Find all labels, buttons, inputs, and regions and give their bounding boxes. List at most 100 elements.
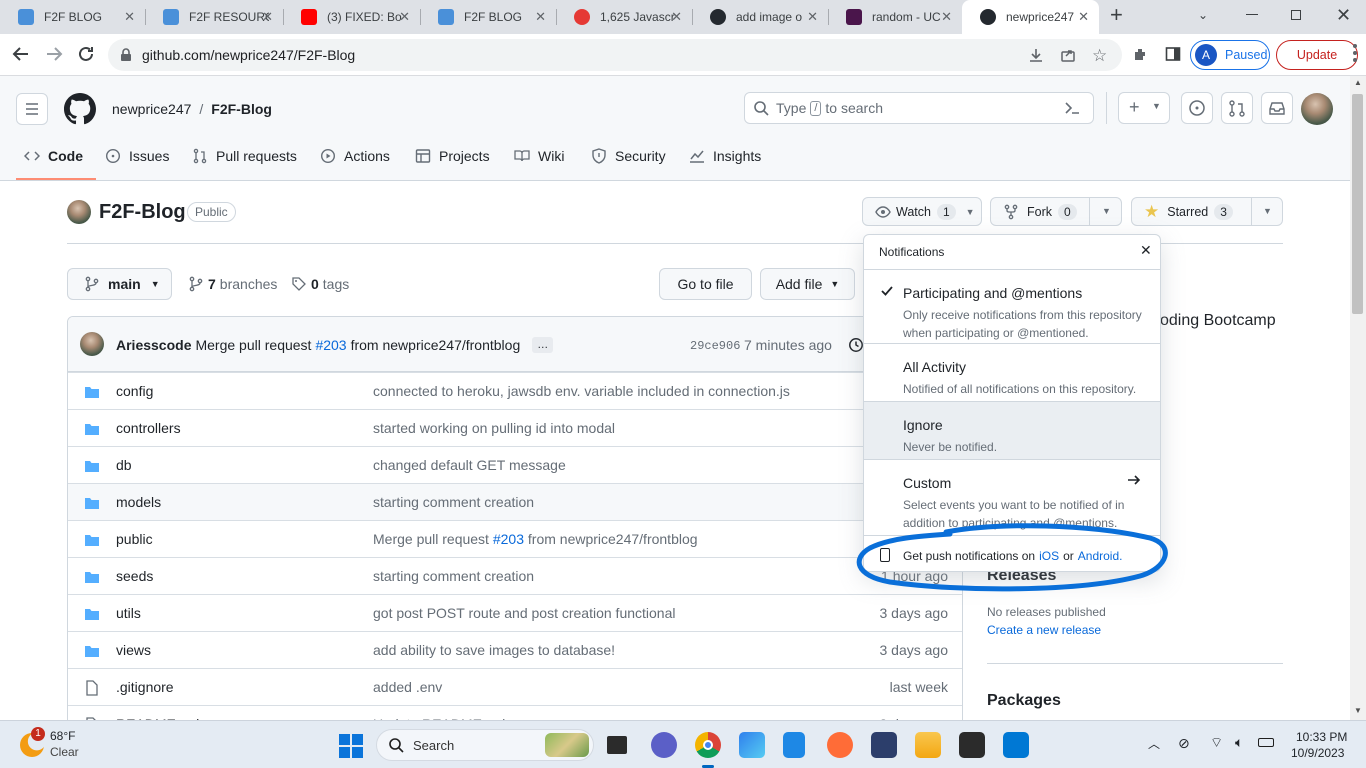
forward-icon[interactable] (45, 45, 63, 63)
close-tab-icon[interactable]: ✕ (262, 9, 273, 25)
scroll-up-icon[interactable]: ▲ (1354, 78, 1362, 87)
commit-pr-link[interactable]: #203 (493, 531, 524, 547)
file-explorer-icon[interactable] (915, 732, 941, 758)
start-button[interactable] (339, 734, 363, 758)
add-file-button[interactable]: Add file ▼ (760, 268, 855, 300)
repo-title[interactable]: F2F-Blog (99, 201, 186, 224)
notification-option-all[interactable]: All Activity Notified of all notification… (864, 343, 1160, 401)
notification-option-ignore[interactable]: Ignore Never be notified. (864, 401, 1160, 459)
clock-date[interactable]: 10/9/2023 (1291, 746, 1344, 760)
create-new-button[interactable]: + ▼ (1118, 92, 1170, 124)
github-desktop-icon[interactable] (871, 732, 897, 758)
side-panel-icon[interactable] (1165, 46, 1181, 62)
maximize-button[interactable] (1291, 10, 1301, 20)
issues-button[interactable] (1181, 92, 1213, 124)
file-row[interactable]: views add ability to save images to datab… (68, 631, 962, 668)
photos-icon[interactable] (739, 732, 765, 758)
file-name-link[interactable]: models (116, 494, 161, 510)
repo-name-link[interactable]: F2F-Blog (211, 101, 272, 117)
tab-issues[interactable]: Issues (105, 148, 169, 164)
scroll-down-icon[interactable]: ▼ (1354, 706, 1362, 715)
commit-message-link[interactable]: added .env (373, 679, 442, 695)
clock-time[interactable]: 10:33 PM (1296, 730, 1347, 744)
tab-security[interactable]: Security (591, 148, 666, 164)
vscode-icon[interactable] (1003, 732, 1029, 758)
triangle-down-icon[interactable]: ▼ (1102, 206, 1111, 216)
commit-sha[interactable]: 29ce906 (690, 339, 740, 353)
scrollbar-thumb[interactable] (1352, 94, 1363, 314)
profile-paused-button[interactable]: A Paused (1190, 40, 1270, 70)
close-icon[interactable]: ✕ (1140, 242, 1152, 259)
repo-owner-avatar[interactable] (67, 200, 91, 224)
commit-message-link[interactable]: starting comment creation (373, 494, 534, 510)
volume-icon[interactable]: 🔈︎ (1235, 734, 1243, 751)
show-hidden-icons[interactable]: ︿ (1148, 735, 1160, 752)
commit-message-link[interactable]: starting comment creation (373, 568, 534, 584)
tab-pull-requests[interactable]: Pull requests (192, 148, 297, 164)
notes-app-icon[interactable] (783, 732, 805, 758)
close-tab-icon[interactable]: ✕ (399, 9, 410, 25)
commit-pr-link[interactable]: #203 (315, 337, 346, 353)
branch-selector[interactable]: main ▼ (67, 268, 172, 300)
reload-icon[interactable] (77, 45, 95, 63)
close-tab-icon[interactable]: ✕ (1078, 9, 1089, 25)
inbox-button[interactable] (1261, 92, 1293, 124)
history-icon[interactable] (848, 337, 864, 353)
tab-insights[interactable]: Insights (689, 148, 761, 164)
chat-icon[interactable] (651, 732, 677, 758)
browser-tab[interactable]: 1,625 Javascr ✕ (556, 0, 692, 34)
taskbar-search[interactable]: Search (376, 729, 594, 761)
create-release-link[interactable]: Create a new release (987, 623, 1101, 637)
weather-widget[interactable]: 1 68°F Clear (14, 727, 134, 763)
install-app-icon[interactable] (1028, 47, 1044, 63)
file-name-link[interactable]: config (116, 383, 153, 399)
browser-tab[interactable]: newprice247 ✕ (962, 0, 1099, 34)
file-row[interactable]: db changed default GET message (68, 446, 962, 483)
file-row[interactable]: config connected to heroku, jawsdb env. v… (68, 372, 962, 409)
browser-tab[interactable]: add image o ✕ (692, 0, 828, 34)
branches-link[interactable]: 7 branches (188, 276, 277, 292)
close-tab-icon[interactable]: ✕ (124, 9, 135, 25)
fork-button[interactable]: Fork 0 ▼ (990, 197, 1122, 226)
commit-message-suffix[interactable]: from newprice247/frontblog (528, 531, 698, 547)
search-input[interactable]: Type / to search (744, 92, 1094, 124)
battery-icon[interactable] (1258, 738, 1274, 747)
new-tab-button[interactable]: + (1110, 4, 1130, 26)
chrome-menu-icon[interactable] (1353, 44, 1357, 62)
commit-author-avatar[interactable] (80, 332, 104, 356)
file-row[interactable]: .gitignore added .env last week (68, 668, 962, 705)
pull-requests-button[interactable] (1221, 92, 1253, 124)
file-name-link[interactable]: views (116, 642, 151, 658)
commit-message-link[interactable]: connected to heroku, jawsdb env. variabl… (373, 383, 790, 399)
commit-message-suffix[interactable]: from newprice247/frontblog (351, 337, 521, 353)
file-name-link[interactable]: utils (116, 605, 141, 621)
close-tab-icon[interactable]: ✕ (807, 9, 818, 25)
browser-tab[interactable]: F2F RESOURC ✕ (145, 0, 283, 34)
wifi-icon[interactable]: ⌔ (1210, 734, 1223, 752)
update-button[interactable]: Update (1276, 40, 1358, 70)
commit-message-link[interactable]: changed default GET message (373, 457, 566, 473)
back-icon[interactable] (12, 45, 30, 63)
site-info-icon[interactable] (120, 48, 132, 62)
command-palette-icon[interactable] (1062, 98, 1082, 118)
file-name-link[interactable]: public (116, 531, 153, 547)
close-tab-icon[interactable]: ✕ (941, 9, 952, 25)
tab-projects[interactable]: Projects (415, 148, 490, 164)
file-name-link[interactable]: .gitignore (116, 679, 174, 695)
hamburger-menu-button[interactable] (16, 93, 48, 125)
postman-icon[interactable] (827, 732, 853, 758)
minimize-button[interactable] (1246, 14, 1258, 15)
commit-expand-button[interactable]: … (532, 337, 554, 353)
browser-tab[interactable]: random - UC ✕ (828, 0, 962, 34)
repo-owner-link[interactable]: newprice247 (112, 101, 191, 117)
close-tab-icon[interactable]: ✕ (671, 9, 682, 25)
close-tab-icon[interactable]: ✕ (535, 9, 546, 25)
commit-message-link[interactable]: add ability to save images to database! (373, 642, 615, 658)
tab-wiki[interactable]: Wiki (514, 148, 564, 164)
commit-author[interactable]: Ariesscode (116, 337, 191, 353)
starred-button[interactable]: ★ Starred 3 ▼ (1131, 197, 1283, 226)
notification-option-participating[interactable]: Participating and @mentions Only receive … (864, 269, 1160, 343)
share-icon[interactable] (1060, 47, 1076, 63)
user-avatar[interactable] (1301, 93, 1333, 125)
tags-link[interactable]: 0 tags (291, 276, 349, 292)
